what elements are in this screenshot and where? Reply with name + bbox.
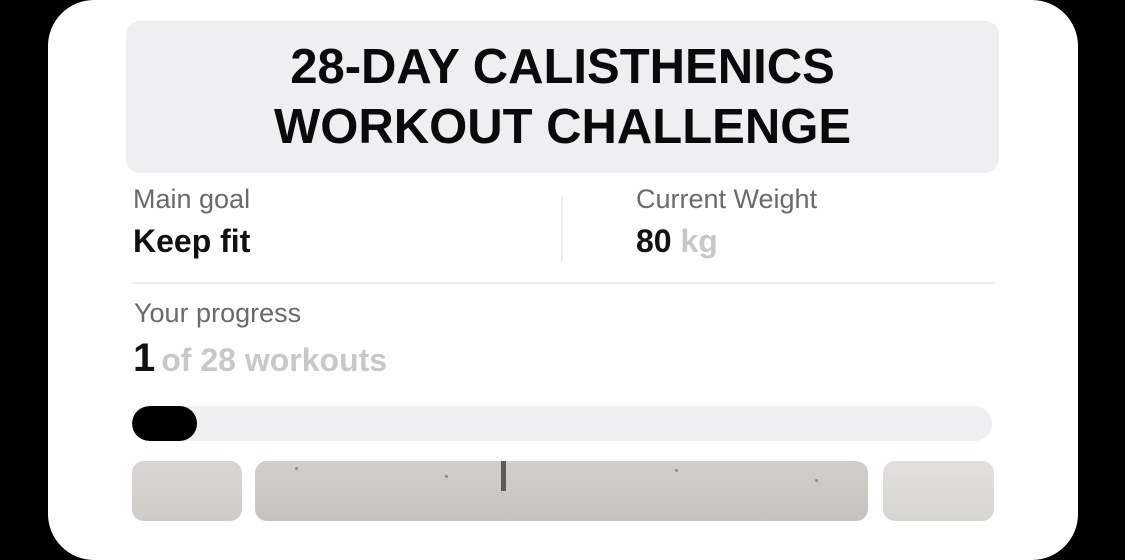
current-weight-label: Current Weight [636, 184, 818, 214]
current-weight-unit: kg [680, 223, 718, 259]
wall-texture [815, 479, 818, 482]
wall-texture [445, 475, 448, 478]
progress-label: Your progress [134, 298, 302, 328]
challenge-title-line-1: 28-DAY CALISTHENICS [290, 40, 835, 94]
wall-texture [295, 467, 298, 470]
stats-divider [561, 196, 563, 262]
challenge-title-line-2: WORKOUT CHALLENGE [273, 100, 852, 154]
main-goal-stat[interactable]: Main goal Keep fit [133, 183, 250, 261]
main-goal-value: Keep fit [133, 223, 251, 259]
workout-thumbnail-previous[interactable] [132, 461, 242, 521]
workout-thumbnail-next[interactable] [883, 461, 994, 521]
challenge-title-banner: 28-DAY CALISTHENICS WORKOUT CHALLENGE [126, 21, 999, 173]
progress-bar-fill [132, 406, 198, 441]
progress-completed: 1 [133, 336, 156, 380]
progress-total: of 28 workouts [161, 342, 388, 378]
current-weight-value: 80 [636, 223, 672, 259]
section-divider [132, 282, 994, 284]
wall-texture [675, 469, 678, 472]
challenge-card: 28-DAY CALISTHENICS WORKOUT CHALLENGE Ma… [48, 0, 1078, 560]
current-weight-value-row: 80 kg [636, 221, 817, 261]
progress-count: 1 of 28 workouts [133, 336, 387, 389]
main-goal-label: Main goal [133, 184, 251, 214]
progress-bar [132, 406, 992, 441]
current-weight-stat[interactable]: Current Weight 80 kg [636, 183, 817, 261]
workout-thumbnail-current[interactable] [255, 461, 868, 521]
